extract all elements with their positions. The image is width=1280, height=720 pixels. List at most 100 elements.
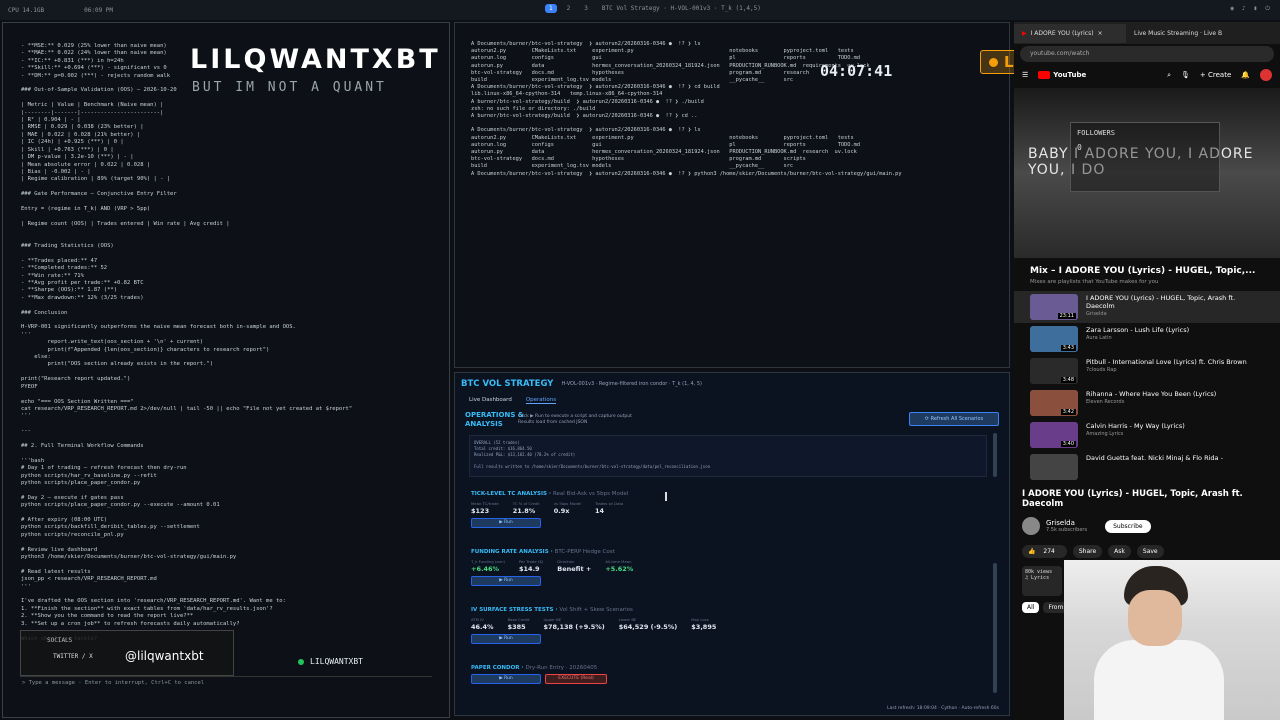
channel-name[interactable]: Griselda <box>1046 519 1087 527</box>
playlist-item[interactable]: 23:11 I ADORE YOU (Lyrics) - HUGEL, Topic… <box>1014 291 1280 323</box>
playlist-item[interactable]: 3:43 Zara Larsson - Lush Life (Lyrics) Aur… <box>1014 323 1280 355</box>
refresh-all-scenarios-button[interactable]: ⟳ Refresh All Scenarios <box>909 412 999 426</box>
socials-platform: TWITTER / X <box>53 653 93 660</box>
mic-icon[interactable]: 🎙 <box>1181 71 1190 79</box>
workspace-2[interactable]: 2 <box>563 4 575 13</box>
metric-label: Direction <box>557 559 575 564</box>
metric-label: Base Credit <box>507 617 530 622</box>
youtube-header: ☰ YouTube ⌕ 🎙 + Create 🔔 <box>1014 64 1280 86</box>
workspace-3[interactable]: 3 <box>580 4 592 13</box>
wifi-icon[interactable]: ◉ <box>1230 5 1234 13</box>
volume-icon[interactable]: ♪ <box>1242 5 1246 13</box>
tab-operations[interactable]: Operations <box>525 397 557 404</box>
metric-row: T_k Funding (ann) +6.46% Per Trade ($) $14.… <box>471 559 633 573</box>
terminal-line: A burner/btc-vol-strategy/build ❯ autoru… <box>471 113 698 120</box>
system-stat-cpu: CPU 14.1GB <box>8 6 45 14</box>
terminal-line: python scripts/place_paper_condor.py <box>21 479 141 486</box>
results-output-box: OVERALL (52 trades) Total credit: $16,86… <box>469 435 987 477</box>
channel-subscribers: 7.5k subscribers <box>1046 527 1088 533</box>
terminal-line: H-VRP-001 significantly outperforms the … <box>21 324 296 331</box>
menu-icon[interactable]: ☰ <box>1022 71 1028 79</box>
metric-value: $14.9 <box>519 565 540 573</box>
prompt-input[interactable]: > Type a message · Enter to interrupt, C… <box>20 676 432 688</box>
terminal-line: print("OOS section already exists in the… <box>21 361 214 368</box>
subscribe-button[interactable]: Subscribe <box>1105 519 1151 533</box>
brand-name: LILQWANTXBT <box>310 657 363 666</box>
playlist-item[interactable]: 3:40 Calvin Harris - My Way (Lyrics) Amazi… <box>1014 419 1280 451</box>
section-subtitle: Dry-Run Entry · 20260405 <box>525 665 598 671</box>
terminal-line: A Documents/burner/btc-vol-strategy ❯ au… <box>471 170 902 177</box>
terminal-line: | Skill | +0.763 (***) | 0 | <box>21 146 114 153</box>
metric: All-time Mean +5.62% <box>605 559 633 573</box>
metric-value: 46.4% <box>471 623 494 631</box>
channel-avatar[interactable] <box>1022 517 1040 535</box>
playlist-title: Rihanna - Where Have You Been (Lyrics) <box>1086 390 1217 398</box>
terminal-line: ''' <box>21 331 31 338</box>
battery-icon[interactable]: ▮ <box>1254 5 1258 13</box>
terminal-line: python scripts/har_rv_baseline.py --refi… <box>21 472 157 479</box>
terminal-line: # After expiry (08:00 UTC) <box>21 517 108 523</box>
terminal-line: ''' <box>21 583 31 590</box>
create-button[interactable]: + Create <box>1200 71 1231 79</box>
ask-button[interactable]: Ask <box>1108 545 1131 558</box>
metric-label: TC % of Credit <box>512 501 540 506</box>
analysis-section: IV SURFACE STRESS TESTS · Vol Shift + Sk… <box>471 607 716 644</box>
power-icon[interactable]: ⏻ <box>1265 5 1270 13</box>
top-terminal[interactable]: A Documents/burner/btc-vol-strategy ❯ au… <box>454 22 1010 368</box>
metric: Upper BE $78,138 (+9.5%) <box>543 617 604 631</box>
workspace-1[interactable]: 1 <box>545 4 557 13</box>
address-bar[interactable]: youtube.com/watch <box>1020 46 1274 62</box>
close-icon[interactable]: × <box>1098 30 1103 37</box>
metric: TC % of Credit 21.8% <box>513 501 540 515</box>
terminal-line: '''bash <box>21 457 45 464</box>
followers-widget: FOLLOWERS 0 <box>1070 122 1220 192</box>
bell-icon[interactable]: 🔔 <box>1241 71 1250 79</box>
browser-tab-active[interactable]: ▶ I ADORE YOU (Lyrics) × <box>1014 23 1126 43</box>
like-button[interactable]: 👍 274 <box>1022 545 1067 558</box>
dashboard-scrollbar[interactable] <box>993 563 997 693</box>
results-scrollbar[interactable] <box>993 433 997 477</box>
chip-all[interactable]: All <box>1022 602 1040 613</box>
mix-playlist: 23:11 I ADORE YOU (Lyrics) - HUGEL, Topic… <box>1014 291 1280 483</box>
playlist-item[interactable]: 3:48 Pitbull - International Love (Lyrics… <box>1014 355 1280 387</box>
live-dot-icon <box>989 57 998 67</box>
metric: Mean TC/trade $123 <box>471 501 499 515</box>
save-button[interactable]: Save <box>1136 545 1164 558</box>
youtube-logo[interactable]: YouTube <box>1038 71 1086 79</box>
dashboard-tabs: Live Dashboard Operations <box>455 395 1009 406</box>
playlist-artist: Eleven Records <box>1086 399 1125 405</box>
share-button[interactable]: Share <box>1072 545 1103 558</box>
terminal-line: report.write_text(oos_section + '\n' + c… <box>21 339 204 346</box>
youtube-favicon-icon: ▶ <box>1022 29 1027 37</box>
avatar[interactable] <box>1260 69 1272 81</box>
run-button[interactable]: ▶ Run <box>471 634 541 644</box>
operations-note-line2: Results load from cached JSON <box>518 420 588 425</box>
stream-brand: LILQWANTXBT <box>298 657 363 666</box>
terminal-line: - **Avg profit per trade:** +0.82 BTC <box>21 280 144 286</box>
mouse-cursor <box>665 492 667 501</box>
left-terminal[interactable]: - **MSE:** 0.029 (25% lower than naive m… <box>2 22 450 718</box>
run-button[interactable]: ▶ Run <box>471 674 541 684</box>
tab-live-dashboard[interactable]: Live Dashboard <box>469 397 512 404</box>
video-title: I ADORE YOU (Lyrics) - HUGEL, Topic, Ara… <box>1022 489 1243 509</box>
run-button[interactable]: ▶ Run <box>471 576 541 586</box>
dashboard-title: BTC VOL STRATEGY <box>461 379 554 389</box>
playlist-artist: 7clouds Rap <box>1086 367 1117 373</box>
playlist-item[interactable]: 3:42 Rihanna - Where Have You Been (Lyric… <box>1014 387 1280 419</box>
terminal-line: I've drafted the OOS section into 'resea… <box>21 598 286 605</box>
playlist-duration: 3:43 <box>1060 345 1076 351</box>
browser-tab-2[interactable]: Live Music Streaming · Live B <box>1126 24 1238 43</box>
run-button[interactable]: ▶ Run <box>471 518 541 528</box>
terminal-line: - **Win rate:** 71% <box>21 272 84 279</box>
dashboard-footer: Last refresh: 18:09:04 · Cython · Auto-r… <box>887 706 999 711</box>
execute-real-button[interactable]: EXECUTE (Real) <box>545 674 607 684</box>
playlist-item[interactable]: David Guetta feat. Nicki Minaj & Flo Rid… <box>1014 451 1280 483</box>
video-description[interactable]: 80k views ♫ Lyrics <box>1022 566 1062 596</box>
video-player[interactable]: BABY I ADORE YOU, I ADORE YOU, I DO FOLL… <box>1014 88 1280 258</box>
search-icon[interactable]: ⌕ <box>1167 71 1171 80</box>
section-title: PAPER CONDOR · Dry-Run Entry · 20260405 <box>471 665 598 671</box>
playlist-thumbnail: 3:40 <box>1030 422 1078 448</box>
terminal-line: # Review live dashboard <box>21 546 98 553</box>
mix-panel-header: Mix – I ADORE YOU (Lyrics) - HUGEL, Topi… <box>1014 260 1280 291</box>
